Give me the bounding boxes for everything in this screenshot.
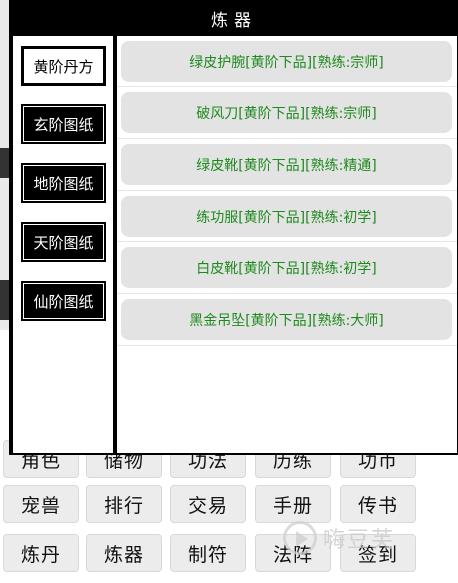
- watermark-text: 嗨豆芙: [323, 528, 396, 553]
- main-menu-grid: 角色 储物 功法 历练 功币 宠兽 排行 交易 手册 传书 炼丹 炼器 制符 法…: [0, 440, 458, 583]
- watermark: 嗨豆芙: [283, 516, 433, 560]
- divider: [117, 138, 457, 139]
- divider: [117, 190, 457, 191]
- menu-button-ranking[interactable]: 排行: [86, 485, 162, 523]
- recipe-list: 绿皮护腕[黄阶下品][熟练:宗师] 破风刀[黄阶下品][熟练:宗师] 绿皮靴[黄…: [117, 36, 457, 453]
- category-label: 天阶图纸: [23, 224, 104, 260]
- category-label: 仙阶图纸: [23, 283, 104, 319]
- category-tab-mystic[interactable]: 玄阶图纸: [21, 104, 106, 144]
- category-label: 地阶图纸: [23, 165, 104, 201]
- divider: [117, 86, 457, 87]
- play-logo-icon: [283, 521, 317, 555]
- recipe-item[interactable]: 绿皮护腕[黄阶下品][熟练:宗师]: [121, 41, 452, 82]
- divider: [117, 241, 457, 242]
- recipe-item[interactable]: 绿皮靴[黄阶下品][熟练:精通]: [121, 144, 452, 185]
- menu-button-alchemy[interactable]: 炼丹: [3, 534, 79, 572]
- recipe-item[interactable]: 白皮靴[黄阶下品][熟练:初学]: [121, 247, 452, 288]
- category-tab-heaven[interactable]: 天阶图纸: [21, 222, 106, 262]
- category-label: 黄阶丹方: [23, 48, 104, 84]
- recipe-item[interactable]: 黑金吊坠[黄阶下品][熟练:大师]: [121, 299, 452, 340]
- menu-button-talisman[interactable]: 制符: [170, 534, 246, 572]
- menu-button-trade[interactable]: 交易: [170, 485, 246, 523]
- menu-button-forging[interactable]: 炼器: [86, 534, 162, 572]
- recipe-item[interactable]: 破风刀[黄阶下品][熟练:宗师]: [121, 92, 452, 133]
- category-list: 黄阶丹方 玄阶图纸 地阶图纸 天阶图纸 仙阶图纸: [13, 36, 113, 453]
- recipe-item[interactable]: 练功服[黄阶下品][熟练:初学]: [121, 196, 452, 237]
- category-tab-yellow[interactable]: 黄阶丹方: [21, 46, 106, 86]
- dialog-title: 炼器: [211, 10, 257, 31]
- divider: [117, 345, 457, 346]
- forging-dialog: 炼器 黄阶丹方 玄阶图纸 地阶图纸 天阶图纸 仙阶图纸 绿皮护腕[黄阶下品][熟…: [9, 0, 458, 455]
- menu-button-pets[interactable]: 宠兽: [3, 485, 79, 523]
- category-label: 玄阶图纸: [23, 106, 104, 142]
- category-tab-immortal[interactable]: 仙阶图纸: [21, 281, 106, 321]
- category-tab-earth[interactable]: 地阶图纸: [21, 163, 106, 203]
- divider: [117, 293, 457, 294]
